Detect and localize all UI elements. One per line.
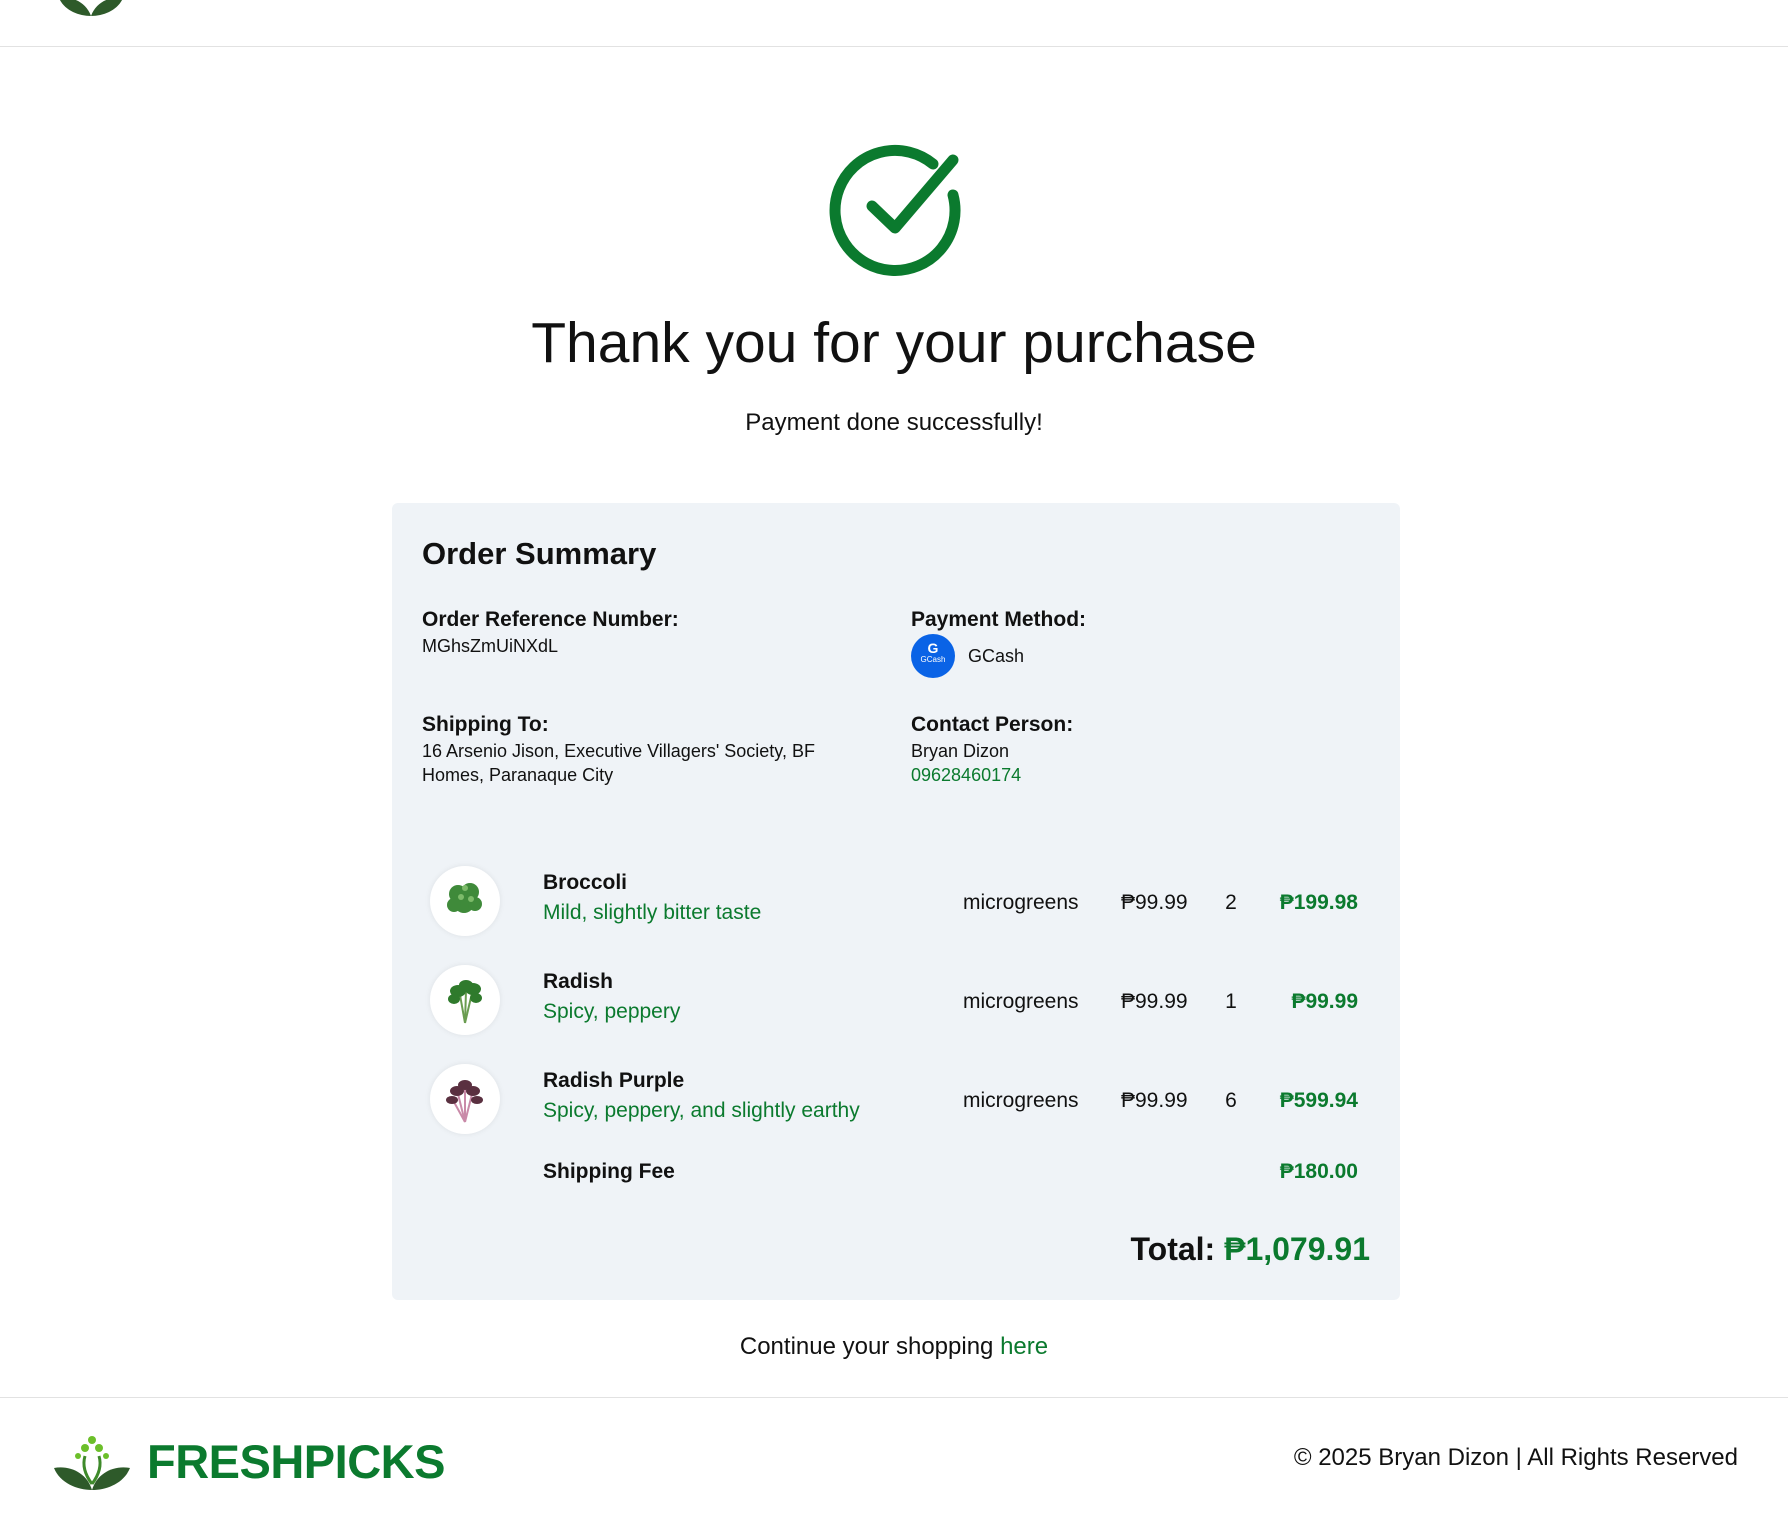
product-image (430, 866, 500, 936)
payment-method-value: GCash (968, 646, 1025, 666)
gcash-logo-letter: G (927, 640, 939, 656)
payment-status-message: Payment done successfully! (745, 409, 1043, 436)
item-description: Mild, slightly bitter taste (543, 901, 762, 924)
contact-person-label: Contact Person: (911, 713, 1074, 736)
leaf-sprout-icon[interactable] (56, 0, 126, 23)
shipping-fee-label: Shipping Fee (543, 1160, 675, 1183)
shipping-address-line2: Homes, Paranaque City (422, 765, 614, 785)
order-item-row: Broccoli Mild, slightly bitter taste mic… (392, 862, 1400, 952)
reference-label: Order Reference Number: (422, 608, 679, 631)
item-quantity: 1 (1225, 990, 1237, 1013)
shipping-to-label: Shipping To: (422, 713, 549, 736)
continue-shopping-text: Continue your shopping (739, 1333, 994, 1360)
shipping-fee-value: ₱180.00 (1279, 1160, 1358, 1183)
order-item-row: Radish Purple Spicy, peppery, and slight… (392, 1060, 1400, 1150)
item-price: ₱99.99 (1121, 1089, 1188, 1112)
order-summary-title: Order Summary (422, 536, 657, 571)
brand-name[interactable]: FRESHPICKS (147, 1434, 445, 1489)
item-name: Radish Purple (543, 1069, 685, 1092)
leaf-sprout-icon[interactable] (52, 1426, 132, 1497)
top-navbar (0, 0, 1788, 47)
item-name: Radish (543, 970, 614, 993)
reference-value: MGhsZmUiNXdL (422, 636, 559, 656)
item-price: ₱99.99 (1121, 990, 1188, 1013)
item-description: Spicy, peppery (543, 1000, 681, 1023)
shipping-address-line1: 16 Arsenio Jison, Executive Villagers' S… (422, 741, 815, 761)
item-price: ₱99.99 (1121, 891, 1188, 914)
total-label: Total: (1130, 1231, 1216, 1267)
item-category: microgreens (963, 1089, 1079, 1112)
product-image (430, 965, 500, 1035)
product-image (430, 1064, 500, 1134)
item-subtotal: ₱99.99 (1291, 990, 1358, 1013)
payment-method-label: Payment Method: (911, 608, 1087, 631)
item-category: microgreens (963, 891, 1079, 914)
contact-phone: 09628460174 (911, 765, 1022, 785)
order-total: Total: ₱1,079.91 (1130, 1231, 1370, 1268)
item-category: microgreens (963, 990, 1079, 1013)
page-title: Thank you for your purchase (531, 311, 1257, 375)
item-subtotal: ₱599.94 (1279, 1089, 1358, 1112)
order-summary-card: Order Summary Order Reference Number: MG… (392, 503, 1400, 1300)
order-item-row: Radish Spicy, peppery microgreens ₱99.99… (392, 961, 1400, 1051)
gcash-logo-icon: G GCash (911, 634, 955, 678)
contact-name: Bryan Dizon (911, 741, 1010, 761)
continue-shopping: Continue your shopping here (0, 1333, 1788, 1361)
gcash-logo-text: GCash (920, 655, 946, 664)
item-quantity: 6 (1225, 1089, 1237, 1112)
item-subtotal: ₱199.98 (1279, 891, 1358, 914)
continue-shopping-link[interactable]: here (1000, 1333, 1048, 1360)
copyright-text: © 2025 Bryan Dizon | All Rights Reserved (1293, 1444, 1738, 1471)
item-description: Spicy, peppery, and slightly earthy (543, 1099, 860, 1122)
item-quantity: 2 (1225, 891, 1237, 914)
item-name: Broccoli (543, 871, 628, 894)
total-value: ₱1,079.91 (1224, 1231, 1370, 1267)
footer: FRESHPICKS © 2025 Bryan Dizon | All Righ… (0, 1397, 1788, 1519)
check-circle-icon (825, 140, 965, 285)
